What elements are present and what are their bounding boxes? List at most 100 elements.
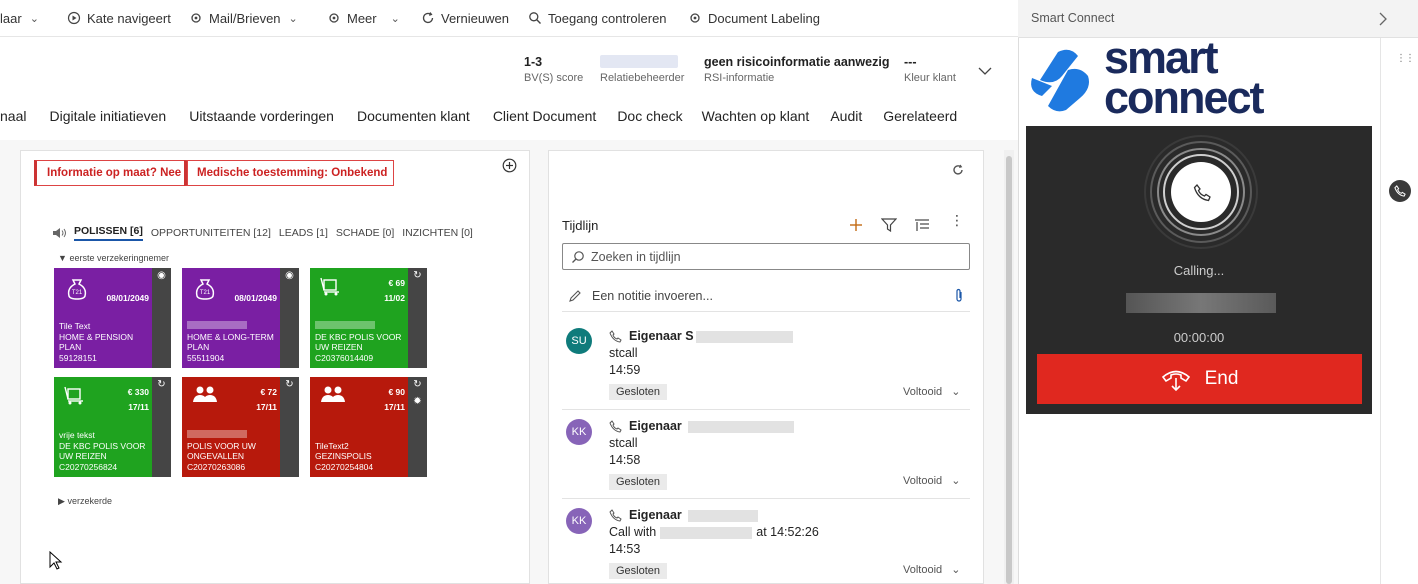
refresh-icon[interactable]: ↻ xyxy=(408,268,427,368)
phone-app-button[interactable] xyxy=(1389,180,1411,202)
smart-connect-titlebar: Smart Connect xyxy=(1018,0,1418,38)
tab-leads[interactable]: LEADS [1] xyxy=(279,227,328,239)
tile-date: 08/01/2049 xyxy=(106,293,149,303)
timeline-sort-button[interactable] xyxy=(914,218,930,235)
grid-dots-icon[interactable]: ⋮⋮ xyxy=(1396,54,1415,64)
phone-icon xyxy=(609,330,622,343)
scrollbar-track[interactable] xyxy=(1004,150,1014,584)
more-options-icon[interactable]: ⋮ xyxy=(950,213,964,227)
tab-wachten-op-klant[interactable]: Wachten op klant xyxy=(702,108,810,132)
refresh-icon xyxy=(422,12,434,24)
header-label: Kleur klant xyxy=(904,72,956,84)
tile-text: HOME & LONG-TERM PLAN 55511904 xyxy=(187,321,274,363)
timeline-add-button[interactable] xyxy=(848,217,864,236)
tab-audit[interactable]: Audit xyxy=(830,108,862,132)
policy-tile[interactable]: € 72 17/11 POLIS VOOR UW ONGEVALLEN C2027026… xyxy=(182,377,299,477)
add-circle-button[interactable] xyxy=(502,158,517,176)
eye-icon[interactable]: ◉ xyxy=(280,268,299,368)
refresh-icon[interactable]: ↻ xyxy=(152,377,171,477)
refresh-icon[interactable]: ↻ xyxy=(280,377,299,477)
tab-documenten-klant[interactable]: Documenten klant xyxy=(357,108,470,132)
luggage-cart-icon xyxy=(64,385,86,408)
timeline-refresh-button[interactable] xyxy=(952,164,964,179)
policy-tile[interactable]: € 69 11/02 DE KBC POLIS VOOR UW REIZEN C2037… xyxy=(310,268,427,368)
header-expand-button[interactable] xyxy=(978,64,992,79)
timeline-item-title: Eigenaar xyxy=(629,419,794,433)
scrollbar-thumb[interactable] xyxy=(1006,156,1012,584)
triangle-right-icon: ▶ xyxy=(58,496,65,506)
refresh-icon[interactable]: ↻ ✹ xyxy=(408,377,427,477)
policy-tile[interactable]: T21 08/01/2049 Tile Text HOME & PENSION PLAN… xyxy=(54,268,171,368)
tab-gerelateerd[interactable]: Gerelateerd xyxy=(883,108,957,132)
chevron-right-icon[interactable] xyxy=(1378,12,1388,26)
tab-doc-check[interactable]: Doc check xyxy=(617,108,682,132)
command-label: Vernieuwen xyxy=(441,10,509,26)
group-toggle-eerste-verzekeringnemer[interactable]: ▼ eerste verzekeringnemer xyxy=(58,253,169,263)
timeline-item[interactable]: KK Eigenaar Call with at 14:52:26 14:53 G… xyxy=(562,500,970,584)
plus-icon xyxy=(850,219,862,231)
timeline-item-subject: Call with at 14:52:26 xyxy=(609,525,819,539)
mouse-cursor xyxy=(49,550,63,574)
phone-icon xyxy=(609,420,622,433)
tab-schade[interactable]: SCHADE [0] xyxy=(336,227,394,239)
refresh-icon xyxy=(953,164,963,175)
document-labeling-button[interactable]: Document Labeling xyxy=(688,0,820,36)
tab-uitstaande-vorderingen[interactable]: Uitstaande vorderingen xyxy=(189,108,334,132)
command-label: Meer xyxy=(347,10,377,26)
timeline-item[interactable]: SU Eigenaar S stcall 14:59 Gesloten Volt… xyxy=(562,322,970,410)
svg-text:T21: T21 xyxy=(72,290,83,296)
timeline-filter-button[interactable] xyxy=(880,218,898,235)
timeline-item-subject: stcall xyxy=(609,436,638,450)
header-field-kleur-klant: --- Kleur klant xyxy=(904,55,956,84)
note-input[interactable]: Een notitie invoeren... xyxy=(562,280,970,312)
eye-icon[interactable]: ◉ xyxy=(152,268,171,368)
tab-naal[interactable]: naal xyxy=(0,108,26,132)
timeline-item[interactable]: KK Eigenaar stcall 14:58 Gesloten Voltoo… xyxy=(562,411,970,499)
tab-polissen[interactable]: POLISSEN [6] xyxy=(74,225,143,241)
end-label: End xyxy=(1204,368,1239,389)
timeline-search-input[interactable]: Zoeken in tijdlijn xyxy=(562,243,970,270)
tab-digitale-initiatieven[interactable]: Digitale initiatieven xyxy=(49,108,166,132)
note-placeholder: Een notitie invoeren... xyxy=(592,288,713,303)
kate-navigeert-button[interactable]: Kate navigeert xyxy=(67,0,171,36)
timeline-status[interactable]: Voltooid ⌄ xyxy=(903,385,960,398)
policy-tile[interactable]: T21 08/01/2049 HOME & LONG-TERM PLAN 5551190… xyxy=(182,268,299,368)
meer-button[interactable]: Meer ⌄ xyxy=(327,0,400,36)
toegang-controleren-button[interactable]: Toegang controleren xyxy=(528,0,667,36)
tile-date: 17/11 xyxy=(128,402,149,412)
mail-brieven-button[interactable]: Mail/Brieven ⌄ xyxy=(189,0,298,36)
hang-up-icon xyxy=(1161,370,1190,392)
people-icon xyxy=(192,385,218,406)
attachment-icon[interactable] xyxy=(954,288,964,304)
filter-icon xyxy=(880,218,898,233)
group-toggle-verzekerde[interactable]: ▶ verzekerde xyxy=(58,496,112,507)
play-circle-icon xyxy=(67,11,81,25)
vernieuwen-button[interactable]: Vernieuwen xyxy=(421,0,509,36)
search-icon xyxy=(529,12,541,24)
chevron-down-icon: ⌄ xyxy=(951,386,961,398)
policy-tile[interactable]: € 90 17/11 TileText2 GEZINSPOLIS C2027025480… xyxy=(310,377,427,477)
header-value: --- xyxy=(904,55,917,69)
timeline-status[interactable]: Voltooid ⌄ xyxy=(903,474,960,487)
tile-amount: € 69 xyxy=(388,278,405,288)
redacted-value xyxy=(600,55,678,68)
tab-client-document[interactable]: Client Document xyxy=(493,108,597,132)
timeline-status[interactable]: Voltooid ⌄ xyxy=(903,563,960,576)
chevron-down-icon: ⌄ xyxy=(951,475,961,487)
command-item-laar[interactable]: laar ⌄ xyxy=(0,0,39,36)
policy-tile[interactable]: € 330 17/11 vrije tekst DE KBC POLIS VOOR UW… xyxy=(54,377,171,477)
cursor-arrow-icon xyxy=(49,550,63,570)
timeline-item-subject: stcall xyxy=(609,346,638,360)
end-call-button[interactable]: End xyxy=(1037,354,1362,404)
tile-amount: € 330 xyxy=(127,387,149,397)
search-placeholder: Zoeken in tijdlijn xyxy=(591,249,681,264)
tab-inzichten[interactable]: INZICHTEN [0] xyxy=(402,227,473,239)
command-label: Mail/Brieven xyxy=(209,10,281,26)
tag-informatie-op-maat: Informatie op maat? Nee xyxy=(34,160,189,186)
chevron-down-icon xyxy=(978,67,992,75)
smart-connect-logo-icon xyxy=(1031,49,1089,112)
chevron-down-icon: ⌄ xyxy=(288,12,298,25)
tile-text: vrije tekst DE KBC POLIS VOOR UW REIZEN C20… xyxy=(59,430,146,472)
header-label: Relatiebeheerder xyxy=(600,72,685,84)
tab-opportuniteiten[interactable]: OPPORTUNITEITEN [12] xyxy=(151,227,271,239)
